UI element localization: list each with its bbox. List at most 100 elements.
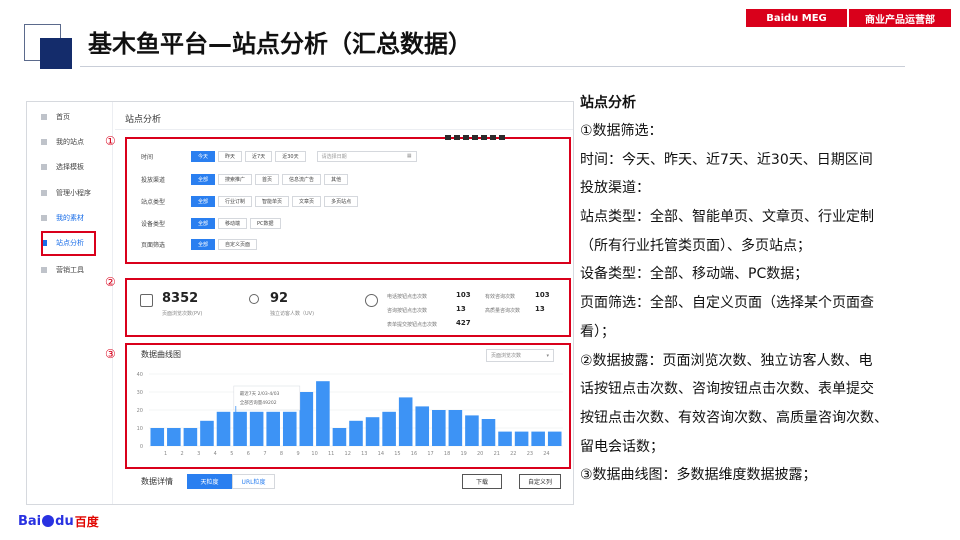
x-tick-label: 2 <box>181 451 184 457</box>
chip-all[interactable]: 全部 <box>191 217 216 229</box>
custom-columns-button[interactable]: 自定义列 <box>519 474 561 489</box>
description-line: 投放渠道： <box>580 180 650 197</box>
main-title: 站点分析 <box>125 115 162 125</box>
sidebar-item-marketing-tools[interactable]: 营销工具 <box>41 263 84 277</box>
chip-industry[interactable]: 行业订制 <box>218 195 253 207</box>
sidebar-item-label: 营销工具 <box>56 266 84 274</box>
valid-consult-value: 103 <box>535 291 550 299</box>
form-click-label: 表单提交按钮点击次数 <box>387 322 438 328</box>
filter-row-page: 页面筛选 全部 自定义页面 <box>141 238 260 250</box>
chip-other[interactable]: 其他 <box>324 173 349 185</box>
tab-day-granularity[interactable]: 天粒度 <box>187 474 232 489</box>
chip-yesterday[interactable]: 昨天 <box>218 150 243 162</box>
bar <box>332 428 347 446</box>
chip-smart-page[interactable]: 智能单页 <box>255 195 290 207</box>
chip-feed-ads[interactable]: 信息流广告 <box>282 173 322 185</box>
bar <box>398 397 413 446</box>
chip-all[interactable]: 全部 <box>191 195 216 207</box>
chip-all[interactable]: 全部 <box>191 173 216 185</box>
description-line: 站点类型：全部、智能单页、文章页、行业定制 <box>580 209 874 226</box>
date-placeholder: 请选择日期 <box>321 153 347 160</box>
form-click-value: 427 <box>456 319 471 327</box>
square-icon <box>41 139 47 145</box>
x-tick-label: 4 <box>214 451 217 457</box>
filter-row-site-type: 站点类型 全部 行业订制 智能单页 文章页 多页站点 <box>141 195 361 207</box>
metric-select[interactable]: 页面浏览次数 ▾ <box>486 349 554 362</box>
x-tick-label: 8 <box>280 451 283 457</box>
x-tick-label: 12 <box>345 451 351 457</box>
y-tick-label: 20 <box>137 408 143 414</box>
x-tick-label: 16 <box>411 451 417 457</box>
chip-pc[interactable]: PC数据 <box>250 217 281 229</box>
sidebar-item-materials[interactable]: 我的素材 <box>41 211 84 225</box>
y-tick-label: 40 <box>137 372 143 378</box>
bar <box>531 431 545 446</box>
x-tick-label: 10 <box>311 451 317 457</box>
x-tick-label: 19 <box>460 451 466 457</box>
pv-value: 8352 <box>162 291 199 306</box>
x-tick-label: 23 <box>527 451 533 457</box>
square-icon <box>41 267 47 273</box>
x-tick-label: 6 <box>247 451 250 457</box>
bar <box>547 431 562 446</box>
description-line: （所有行业托管类页面）、多页站点； <box>580 237 811 254</box>
chip-homepage[interactable]: 首页 <box>255 173 280 185</box>
x-tick-label: 20 <box>477 451 483 457</box>
sidebar-item-home[interactable]: 首页 <box>41 110 70 124</box>
chip-search-ads[interactable]: 搜索推广 <box>218 173 253 185</box>
badge-baidu-meg: Baidu MEG <box>746 9 847 27</box>
filter-row-time: 时间 今天 昨天 近7天 近30天 请选择日期 ▦ <box>141 150 417 162</box>
square-icon <box>41 114 47 120</box>
chevron-down-icon: ▾ <box>546 352 549 359</box>
chip-mobile[interactable]: 移动端 <box>218 217 248 229</box>
sidebar-item-mini-program[interactable]: 管理小程序 <box>41 186 91 200</box>
page-title: 基木鱼平台—站点分析（汇总数据） <box>88 30 472 58</box>
chip-multi-page[interactable]: 多页站点 <box>324 195 359 207</box>
x-tick-label: 3 <box>197 451 200 457</box>
x-tick-label: 14 <box>378 451 384 457</box>
description-line: ②数据披露：页面浏览次数、独立访客人数、电 <box>580 352 873 369</box>
slide: 基木鱼平台—站点分析（汇总数据） Baidu MEG 商业产品运营部 首页 我的… <box>0 0 960 540</box>
x-tick-label: 17 <box>427 451 433 457</box>
download-button[interactable]: 下载 <box>462 474 502 489</box>
sidebar-item-my-sites[interactable]: 我的站点 <box>41 135 84 149</box>
bar <box>200 420 214 446</box>
chip-article[interactable]: 文章页 <box>292 195 322 207</box>
x-tick-label: 24 <box>543 451 549 457</box>
badge-department: 商业产品运营部 <box>848 9 951 27</box>
tab-url-granularity[interactable]: URL粒度 <box>232 474 275 489</box>
chip-custom-page[interactable]: 自定义页面 <box>218 238 258 250</box>
bar <box>465 415 479 446</box>
chip-today[interactable]: 今天 <box>191 150 216 162</box>
description-line: 时间：今天、昨天、近7天、近30天、日期区间 <box>580 151 873 168</box>
chip-7days[interactable]: 近7天 <box>245 150 273 162</box>
bar <box>233 411 247 446</box>
bar <box>498 431 512 446</box>
chip-30days[interactable]: 近30天 <box>275 150 306 162</box>
sidebar-item-label: 选择模板 <box>56 163 84 171</box>
y-tick-label: 10 <box>137 426 143 432</box>
tooltip-line2: 全部咨询量49202 <box>240 399 277 406</box>
description-line: 话按钮点击次数、咨询按钮点击次数、表单提交 <box>580 381 874 398</box>
chip-all[interactable]: 全部 <box>191 238 216 250</box>
bar <box>316 381 330 446</box>
square-icon <box>41 164 47 170</box>
uv-value: 92 <box>270 291 289 306</box>
title-underline <box>80 66 905 67</box>
description-line: 看）； <box>580 323 615 340</box>
filter-row-device: 设备类型 全部 移动端 PC数据 <box>141 217 284 229</box>
square-icon <box>41 215 47 221</box>
bar-chart: 0102030401 2 3 4 5 6 7 8 9 10 11 12 13 14 15 16 17 18 19 20… <box>137 372 563 457</box>
bar <box>432 410 446 446</box>
description: 站点分析 ①数据筛选： 时间：今天、昨天、近7天、近30天、日期区间 投放渠道：… <box>580 89 940 490</box>
x-tick-label: 1 <box>164 451 167 457</box>
sidebar-item-templates[interactable]: 选择模板 <box>41 160 84 174</box>
description-line: 留电会话数； <box>580 438 664 455</box>
marker-2: ② <box>105 275 116 289</box>
bar <box>448 410 463 446</box>
date-range-input[interactable]: 请选择日期 ▦ <box>316 150 417 162</box>
chart-title: 数据曲线图 <box>141 350 181 359</box>
title-decoration-square <box>40 38 72 69</box>
metric-select-value: 页面浏览次数 <box>491 353 522 359</box>
description-title: 站点分析 <box>580 95 636 111</box>
